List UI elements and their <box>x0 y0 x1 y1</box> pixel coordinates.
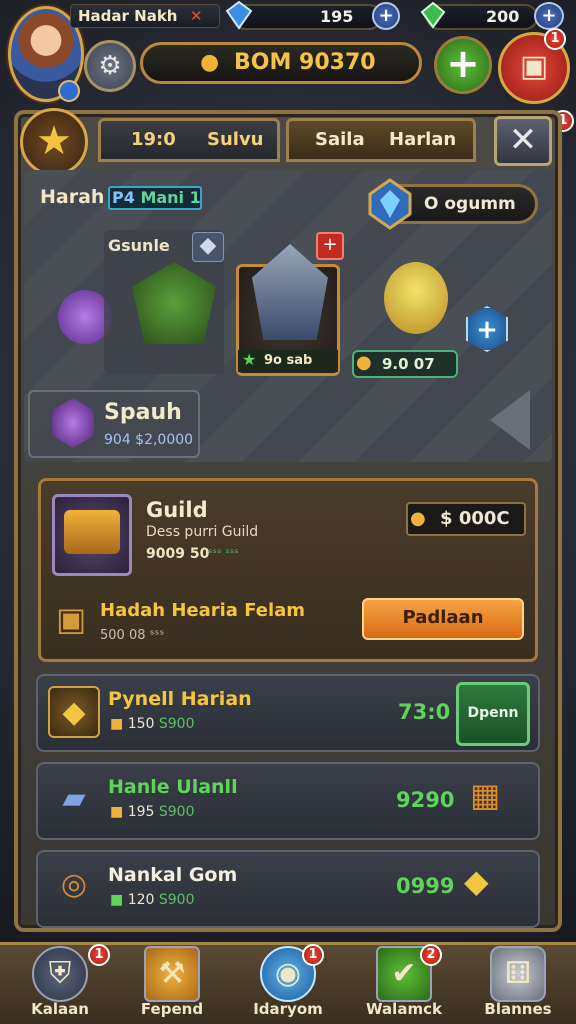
crates-icon: ▦ <box>470 776 501 814</box>
gold-bag-icon: ● <box>410 508 426 529</box>
gem-icon <box>225 0 253 30</box>
shield-icon: ⛨ <box>32 946 88 1002</box>
spauh-subtitle: 904 $2,0000 <box>104 432 194 448</box>
blue-scroll-icon: ▰ <box>62 781 86 816</box>
hero-right-price-text: 9.0 07 <box>382 355 435 373</box>
list-item[interactable] <box>36 762 540 840</box>
rank-badge-value: Mani 1 <box>140 188 201 207</box>
buy-gems-button[interactable]: + <box>372 2 400 30</box>
chick-creature-icon <box>384 262 448 334</box>
row1-sub-b: S900 <box>158 716 195 732</box>
guild-meta: 9009 50 <box>146 546 210 562</box>
spauh-title: Spauh <box>104 400 182 425</box>
chest-notification-badge: 1 <box>544 28 566 50</box>
nav-item-fepend[interactable]: ⚒ Fepend <box>122 946 222 1024</box>
nav-badge-kalaan: 1 <box>88 944 110 966</box>
add-gold-button[interactable]: + <box>434 36 492 94</box>
guild-title: Guild <box>146 498 208 522</box>
close-button[interactable]: ✕ <box>494 116 552 166</box>
nav-label: Fepend <box>140 1000 204 1018</box>
nav-item-blannes[interactable]: ⚅ Blannes <box>468 946 568 1024</box>
buy-energy-button[interactable]: + <box>534 2 564 30</box>
row3-sub-a: 120 <box>127 892 155 908</box>
guild-subtitle: Dess purri Guild <box>146 524 259 540</box>
golden-mask-icon: ◆ <box>62 695 86 730</box>
guild-price-value: 000C <box>458 508 510 529</box>
forge-icon: ⚒ <box>144 946 200 1002</box>
nav-label: Idaryom <box>253 1000 323 1018</box>
gold-coin-icon: ● <box>200 50 220 75</box>
emerald-icon <box>420 1 446 29</box>
row3-sub-b: S900 <box>158 892 195 908</box>
nav-badge-walamck: 2 <box>420 944 442 966</box>
crate-icon: ▣ <box>56 600 87 638</box>
nav-label: Kalaan <box>31 1000 89 1018</box>
guild-meta-green: ˢˢˢ ˢˢˢ <box>208 546 239 560</box>
tab-sulvu[interactable]: 19:0 Sulvu <box>98 118 280 162</box>
tab1-label: Sulvu <box>207 129 264 150</box>
close-icon: ✕ <box>508 120 538 160</box>
star-emblem-icon: ★ <box>20 108 88 176</box>
row3-value: 0999 <box>396 874 455 898</box>
chest-icon: ▣ <box>519 49 549 84</box>
hero-left-action-button[interactable]: ◆ <box>192 232 224 262</box>
plus-icon: + <box>322 234 338 255</box>
green-star-icon: ★ <box>242 350 257 369</box>
bronze-ring-icon: ◎ <box>60 867 88 902</box>
guild-price-prefix: $ <box>440 508 453 529</box>
tab2-label-b: Harlan <box>389 129 457 150</box>
row1-value: 73:0 <box>398 700 451 724</box>
hero-left-label: Gsunle <box>108 236 170 255</box>
crystal-icon <box>368 178 412 230</box>
gem-resource-bar <box>232 4 382 30</box>
row2-sub-b: S900 <box>158 804 195 820</box>
tab-harlan[interactable]: Saila Harlan <box>286 118 476 162</box>
coin-icon: ■ <box>110 804 124 820</box>
nav-label: Walamck <box>366 1000 442 1018</box>
nav-badge-idaryom: 1 <box>302 944 324 966</box>
row2-sub-a: 195 <box>127 804 155 820</box>
row3-title: Nankal Gom <box>108 864 238 886</box>
row1-sub: ■ 150 S900 <box>110 716 194 732</box>
rank-badge-prefix: P4 <box>112 188 135 207</box>
gem-count: 195 <box>320 7 354 26</box>
tab2-label-a: Saila <box>315 129 365 150</box>
coin-icon: ■ <box>110 716 124 732</box>
row1-title: Pynell Harian <box>108 688 252 710</box>
guild-price-text: $ 000C <box>440 506 510 532</box>
name-x-icon: ✕ <box>190 7 203 25</box>
coin-icon: ■ <box>110 892 124 908</box>
coin-icon: ● <box>356 352 372 373</box>
gear-icon: ⚙ <box>98 51 122 81</box>
row2-sub: ■ 195 S900 <box>110 804 194 820</box>
dice-icon: ⚅ <box>490 946 546 1002</box>
level-badge-icon <box>58 80 80 102</box>
helmet-reward-icon: ◆ <box>48 686 100 738</box>
hero-label: Harah <box>40 186 105 208</box>
row2-value: 9290 <box>396 788 455 812</box>
guild-offer-subtitle: 500 08 ˢˢˢ <box>100 628 165 643</box>
treasure-chest-icon <box>64 510 120 554</box>
rank-badge-text: P4 Mani 1 <box>112 186 201 210</box>
row2-title: Hanle Ulanll <box>108 776 238 798</box>
guild-offer-title: Hadah Hearia Felam <box>100 600 306 621</box>
player-name: Hadar Nakh <box>78 7 178 25</box>
diamond-icon: ◆ <box>199 233 217 258</box>
hero-remove-button[interactable]: + <box>316 232 344 260</box>
gem-pill-text: O ogumm <box>424 194 516 214</box>
nav-label: Blannes <box>484 1000 552 1018</box>
row1-open-button[interactable]: Dpenn <box>456 682 530 746</box>
row1-sub-a: 150 <box>127 716 155 732</box>
settings-button[interactable]: ⚙ <box>84 40 136 92</box>
gold-amount: BOM 90370 <box>234 50 376 75</box>
row3-sub: ■ 120 S900 <box>110 892 194 908</box>
gift-box-icon: ◆ <box>464 862 489 900</box>
guild-purchase-button[interactable]: Padlaan <box>362 598 524 640</box>
tab1-number: 19:0 <box>131 129 176 150</box>
energy-count: 200 <box>486 7 520 26</box>
